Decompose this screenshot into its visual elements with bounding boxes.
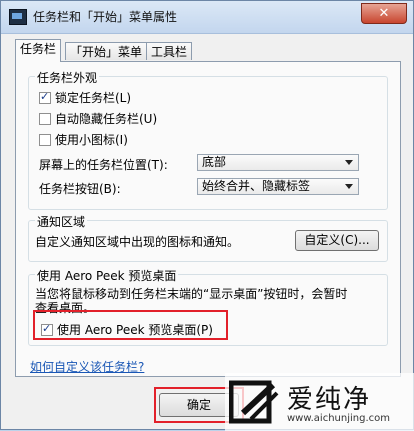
taskbar-properties-dialog: 任务栏和「开始」菜单属性 ✕ 任务栏 「开始」菜单 工具栏 任务栏外观 锁定任务…: [0, 0, 414, 431]
help-link[interactable]: 如何自定义该任务栏?: [30, 358, 144, 375]
watermark-brand: 爱纯净: [287, 385, 372, 415]
lock-taskbar-label: 锁定任务栏(L): [55, 91, 132, 105]
buttons-value: 始终合并、隐藏标签: [202, 179, 311, 193]
chevron-down-icon: [345, 160, 353, 165]
autohide-option[interactable]: 自动隐藏任务栏(U): [39, 110, 157, 127]
location-label: 屏幕上的任务栏位置(T):: [39, 158, 168, 172]
title-bar[interactable]: 任务栏和「开始」菜单属性 ✕: [1, 1, 413, 34]
small-icons-checkbox[interactable]: [39, 134, 51, 146]
aero-peek-group-title: 使用 Aero Peek 预览桌面: [35, 267, 179, 284]
autohide-label: 自动隐藏任务栏(U): [55, 112, 158, 126]
notification-group-title: 通知区域: [35, 213, 88, 230]
watermark-logo-icon: [229, 380, 279, 424]
watermark: 爱纯净 www.aichunjing.com: [225, 373, 414, 431]
window-icon: [9, 9, 27, 25]
appearance-group: 任务栏外观 锁定任务栏(L) 自动隐藏任务栏(U) 使用小图标(I) 屏幕上的任…: [28, 69, 388, 210]
appearance-group-title: 任务栏外观: [35, 69, 100, 86]
highlight-box: [33, 310, 228, 340]
tab-taskbar[interactable]: 任务栏: [15, 39, 62, 62]
small-icons-label: 使用小图标(I): [55, 133, 128, 147]
autohide-checkbox[interactable]: [39, 113, 51, 125]
chevron-down-icon: [345, 184, 353, 189]
location-value: 底部: [202, 155, 227, 169]
notification-description: 自定义通知区域中出现的图标和通知。: [35, 235, 240, 249]
lock-taskbar-option[interactable]: 锁定任务栏(L): [39, 89, 131, 106]
window-title: 任务栏和「开始」菜单属性: [33, 10, 178, 24]
lock-taskbar-checkbox[interactable]: [39, 90, 51, 104]
notification-group: 通知区域 自定义通知区域中出现的图标和通知。 自定义(C)...: [28, 213, 388, 262]
close-button[interactable]: ✕: [361, 3, 407, 24]
tab-toolbars[interactable]: 工具栏: [146, 42, 193, 60]
tab-start-menu[interactable]: 「开始」菜单: [65, 42, 148, 60]
buttons-dropdown[interactable]: 始终合并、隐藏标签: [197, 178, 359, 195]
buttons-label: 任务栏按钮(B):: [39, 182, 121, 196]
watermark-url: www.aichunjing.com: [287, 413, 390, 424]
tab-panel: 任务栏外观 锁定任务栏(L) 自动隐藏任务栏(U) 使用小图标(I) 屏幕上的任…: [15, 61, 401, 377]
location-dropdown[interactable]: 底部: [197, 154, 359, 171]
small-icons-option[interactable]: 使用小图标(I): [39, 131, 128, 148]
customize-button[interactable]: 自定义(C)...: [295, 230, 379, 251]
